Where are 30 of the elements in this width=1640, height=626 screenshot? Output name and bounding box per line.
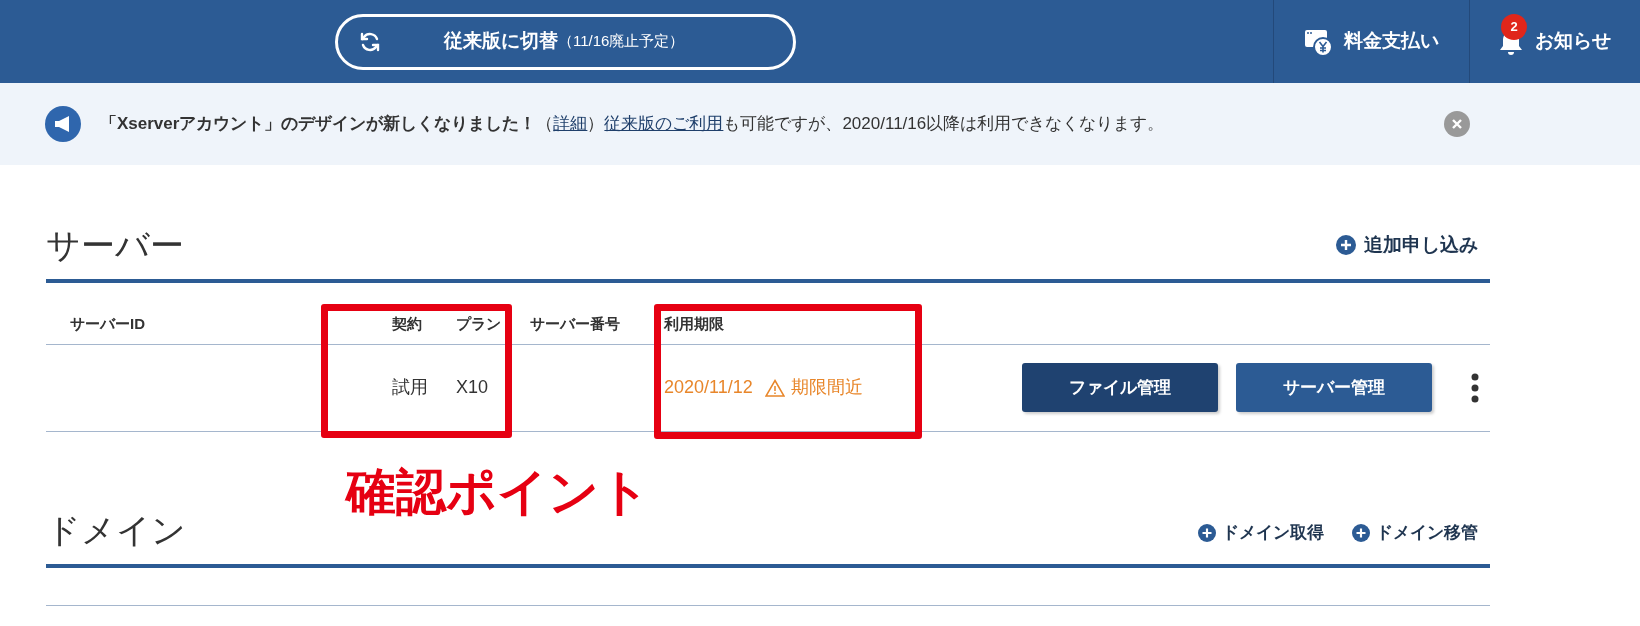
contract-cell-text: 試用 xyxy=(392,376,429,399)
legacy-link[interactable]: 従来版のご利用 xyxy=(604,114,724,134)
action-button[interactable]: ファイル管理 xyxy=(1022,363,1218,412)
section-title: ドメイン xyxy=(46,509,186,550)
plus-circle-icon xyxy=(1198,523,1216,542)
action-button[interactable]: サーバー管理 xyxy=(1236,363,1432,412)
plan-cell-text: X10 xyxy=(456,376,490,399)
domain-action-button[interactable]: ドメイン移管 xyxy=(1352,520,1478,546)
section-title: サーバー xyxy=(46,225,184,265)
callout-text: 確認ポイント xyxy=(346,463,650,522)
kebab-icon xyxy=(1471,372,1479,403)
close-icon xyxy=(1451,118,1463,130)
close-button[interactable] xyxy=(1444,111,1470,137)
notification-badge: 2 xyxy=(1501,13,1527,40)
column-header: サーバーID xyxy=(70,314,146,334)
column-header: プラン xyxy=(456,314,502,334)
expiry-date: 2020/11/12 xyxy=(664,376,753,399)
plus-circle-icon xyxy=(1336,234,1356,255)
announcement-text: 「Xserverアカウント」のデザインが新しくなりました！（詳細）従来版のご利用 も可能ですが、2020/11/16以降は利用できなくなります。 xyxy=(100,113,1165,136)
switch-version-button[interactable]: 従来版に切替（11/16廃止予定） xyxy=(335,13,796,70)
column-header: 契約 xyxy=(392,314,423,334)
warning-icon xyxy=(764,378,785,397)
detail-link[interactable]: 詳細 xyxy=(553,114,588,134)
megaphone-icon xyxy=(45,106,81,142)
expiry-warning: 期限間近 xyxy=(764,374,863,401)
domain-action-button[interactable]: ドメイン取得 xyxy=(1198,520,1324,546)
plus-circle-icon xyxy=(1352,523,1370,542)
column-header: サーバー番号 xyxy=(530,314,621,334)
column-header: 利用期限 xyxy=(664,314,725,334)
add-application-button[interactable]: 追加申し込み xyxy=(1336,230,1478,259)
